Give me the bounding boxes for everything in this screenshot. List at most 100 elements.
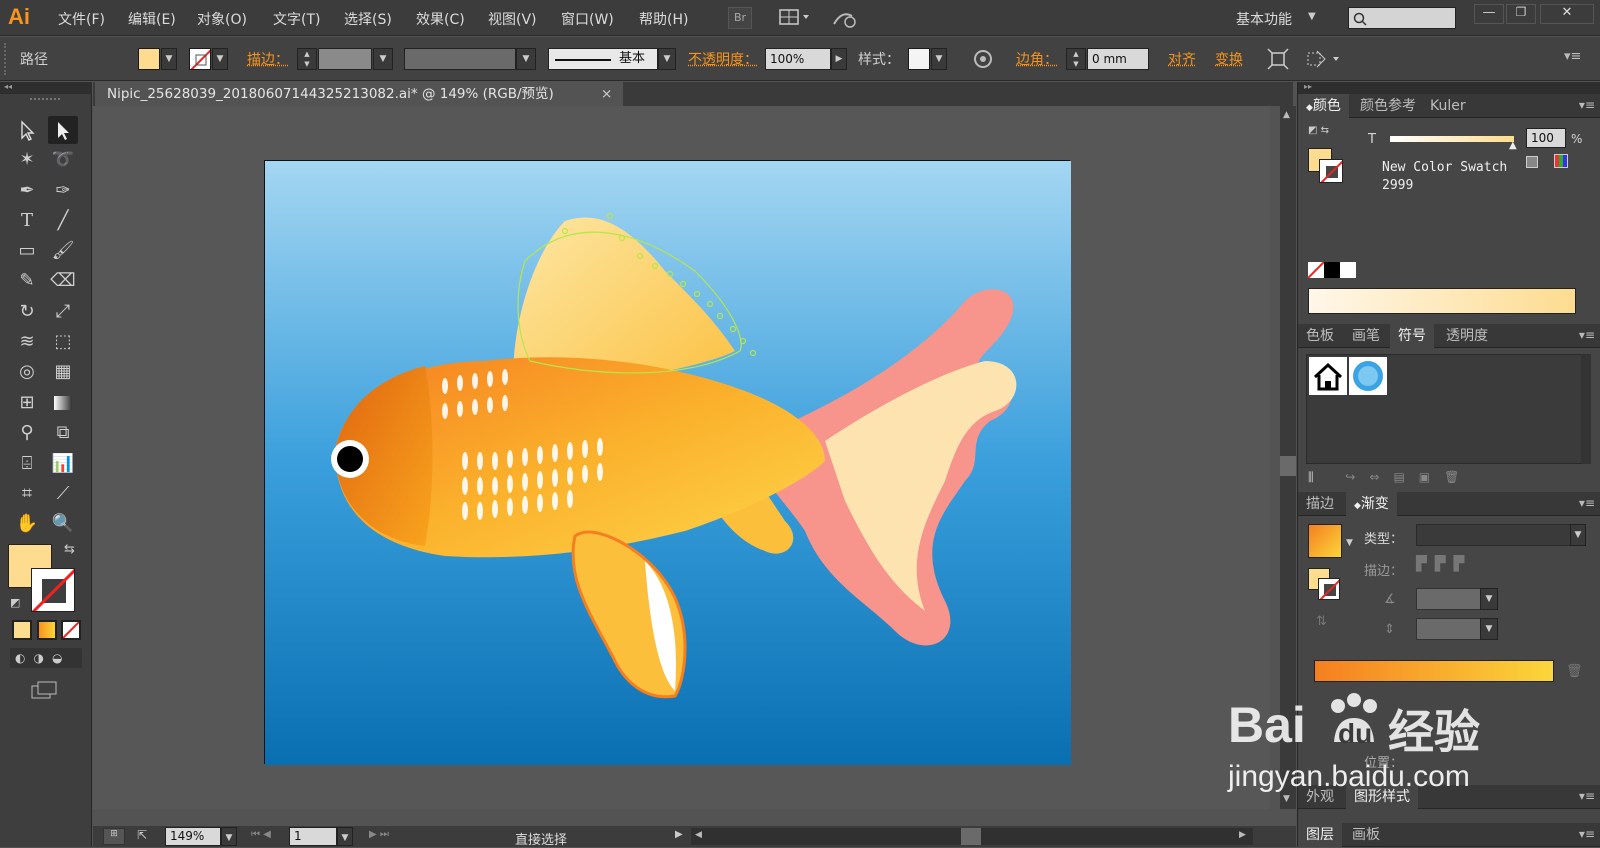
- mesh-tool-icon[interactable]: ⊞: [12, 389, 42, 417]
- artboard-tool-icon[interactable]: ⌗: [12, 480, 42, 508]
- transform-link[interactable]: 变换: [1215, 49, 1243, 69]
- none-color-icon[interactable]: [1308, 262, 1324, 278]
- menu-select[interactable]: 选择(S): [344, 9, 392, 29]
- gradient-preview-dropdown[interactable]: ▼: [1346, 538, 1353, 548]
- status-menu-arrow[interactable]: ▶: [675, 829, 683, 840]
- none-mode-icon[interactable]: [61, 620, 81, 640]
- out-of-gamut-icon[interactable]: [1526, 156, 1538, 168]
- zoom-tool-icon[interactable]: 🔍: [48, 510, 78, 538]
- menu-window[interactable]: 窗口(W): [561, 9, 614, 29]
- panel-menu-icon[interactable]: ▾≡: [1579, 496, 1595, 510]
- color-mode-icon[interactable]: [12, 620, 32, 640]
- hand-tool-icon[interactable]: ✋: [12, 510, 42, 538]
- magic-wand-icon[interactable]: ✶: [12, 146, 42, 174]
- artboard[interactable]: [264, 160, 1070, 764]
- tab-graphic-styles[interactable]: 图形样式: [1346, 785, 1418, 809]
- artboard-nav-icon[interactable]: ⊞: [103, 828, 125, 845]
- paintbrush-icon[interactable]: 🖌: [48, 237, 78, 265]
- share-icon[interactable]: ⇱: [137, 828, 147, 842]
- blend-tool-icon[interactable]: ⧉: [48, 419, 78, 447]
- menu-help[interactable]: 帮助(H): [639, 9, 688, 29]
- panel-menu-icon[interactable]: ▾≡: [1579, 827, 1595, 841]
- toolbox-grip[interactable]: [30, 98, 60, 102]
- arrange-documents-icon[interactable]: [778, 7, 814, 29]
- curvature-tool-icon[interactable]: ✑: [48, 177, 78, 205]
- width-tool-icon[interactable]: ≋: [12, 328, 42, 356]
- artboard-number-field[interactable]: 1: [289, 827, 337, 846]
- menu-type[interactable]: 文字(T): [273, 9, 320, 29]
- free-transform-icon[interactable]: ⬚: [48, 328, 78, 356]
- style-dropdown[interactable]: ▼: [931, 48, 947, 70]
- globe-symbol-icon[interactable]: [1349, 357, 1387, 395]
- slice-tool-icon[interactable]: ⟋: [48, 480, 78, 508]
- menu-view[interactable]: 视图(V): [488, 9, 537, 29]
- swap-fill-stroke-icon[interactable]: ⇆: [64, 542, 75, 557]
- graphic-style-swatch[interactable]: [908, 48, 930, 70]
- symbols-list[interactable]: [1306, 354, 1588, 464]
- variable-width-profile[interactable]: [404, 48, 516, 70]
- gpu-performance-icon[interactable]: [830, 6, 860, 30]
- grip-handle[interactable]: [4, 43, 10, 75]
- drawing-modes-icon[interactable]: ◐◑◒: [10, 648, 82, 668]
- direct-selection-tool-icon[interactable]: [48, 116, 78, 144]
- scroll-up-arrow[interactable]: ▲: [1283, 110, 1290, 120]
- home-symbol-icon[interactable]: [1309, 357, 1347, 395]
- line-tool-icon[interactable]: ╱: [48, 207, 78, 235]
- rotate-tool-icon[interactable]: ↻: [12, 298, 42, 326]
- gradient-tool-icon[interactable]: [48, 389, 78, 417]
- chevron-down-icon[interactable]: ▼: [1308, 11, 1316, 22]
- tab-layers[interactable]: 图层: [1298, 823, 1342, 847]
- stroke-color-box[interactable]: [31, 568, 75, 612]
- tab-symbols[interactable]: 符号: [1390, 324, 1434, 348]
- column-graph-icon[interactable]: 📊: [48, 450, 78, 478]
- brush-dropdown[interactable]: ▼: [658, 48, 676, 70]
- stroke-weight-field[interactable]: [318, 48, 372, 70]
- artboard-dropdown[interactable]: ▼: [337, 827, 353, 846]
- gradient-type-select[interactable]: [1416, 524, 1578, 546]
- scroll-thumb[interactable]: [1280, 456, 1296, 476]
- vertical-scrollbar[interactable]: ▲ ▼: [1280, 106, 1296, 809]
- fill-swatch[interactable]: [138, 48, 160, 70]
- tab-gradient[interactable]: ◆渐变: [1346, 492, 1397, 516]
- opacity-field[interactable]: 100%: [765, 48, 831, 70]
- symbol-sprayer-icon[interactable]: ⌹: [12, 450, 42, 478]
- restore-button[interactable]: ❐: [1506, 4, 1536, 24]
- tab-kuler[interactable]: Kuler: [1422, 94, 1474, 118]
- stroke-gradient-options[interactable]: ▛▛▛: [1416, 556, 1508, 578]
- default-colors-icon[interactable]: ◩: [10, 596, 20, 609]
- goldfish-artwork[interactable]: [265, 161, 1071, 765]
- tab-transparency[interactable]: 透明度: [1438, 324, 1496, 348]
- zoom-dropdown[interactable]: ▼: [221, 827, 237, 846]
- tab-color-guide[interactable]: 颜色参考: [1352, 94, 1424, 118]
- tab-color[interactable]: ◆颜色: [1298, 94, 1349, 118]
- menu-effect[interactable]: 效果(C): [416, 9, 465, 29]
- black-color-chip[interactable]: [1324, 262, 1340, 278]
- stroke-dropdown[interactable]: ▼: [212, 48, 228, 70]
- close-window-button[interactable]: ✕: [1540, 4, 1594, 24]
- stroke-label[interactable]: 描边：: [247, 49, 289, 69]
- tint-slider-handle[interactable]: ▲: [1509, 140, 1517, 151]
- scroll-left-arrow[interactable]: ◀: [695, 830, 702, 840]
- align-link[interactable]: 对齐: [1168, 49, 1196, 69]
- gradient-stroke-box[interactable]: [1318, 578, 1340, 600]
- shape-builder-icon[interactable]: ◎: [12, 358, 42, 386]
- delete-stop-icon[interactable]: 🗑: [1566, 664, 1583, 679]
- eraser-icon[interactable]: ⌫: [48, 267, 78, 295]
- collapse-panels-icon[interactable]: ▸▸: [1298, 82, 1600, 94]
- corner-field[interactable]: 0 mm: [1087, 48, 1149, 70]
- search-input[interactable]: [1348, 7, 1456, 29]
- perspective-grid-icon[interactable]: ▦: [48, 358, 78, 386]
- first-artboard-icon[interactable]: ⏮ ◀: [251, 829, 271, 840]
- workspace-switcher[interactable]: 基本功能: [1236, 9, 1292, 29]
- type-tool-icon[interactable]: T: [12, 207, 42, 235]
- corner-stepper[interactable]: ▲ ▼: [1066, 48, 1086, 70]
- screen-mode-icon[interactable]: [30, 680, 60, 702]
- last-artboard-icon[interactable]: ▶ ⏭: [369, 829, 389, 840]
- stroke-weight-stepper[interactable]: ▲ ▼: [297, 48, 317, 70]
- menu-object[interactable]: 对象(O): [197, 9, 247, 29]
- scroll-right-arrow[interactable]: ▶: [1239, 830, 1246, 840]
- gradient-type-dropdown[interactable]: ▼: [1570, 524, 1586, 546]
- recolor-artwork-icon[interactable]: [972, 48, 994, 70]
- stroke-weight-dropdown[interactable]: ▼: [373, 48, 393, 70]
- tab-artboards[interactable]: 画板: [1344, 823, 1388, 847]
